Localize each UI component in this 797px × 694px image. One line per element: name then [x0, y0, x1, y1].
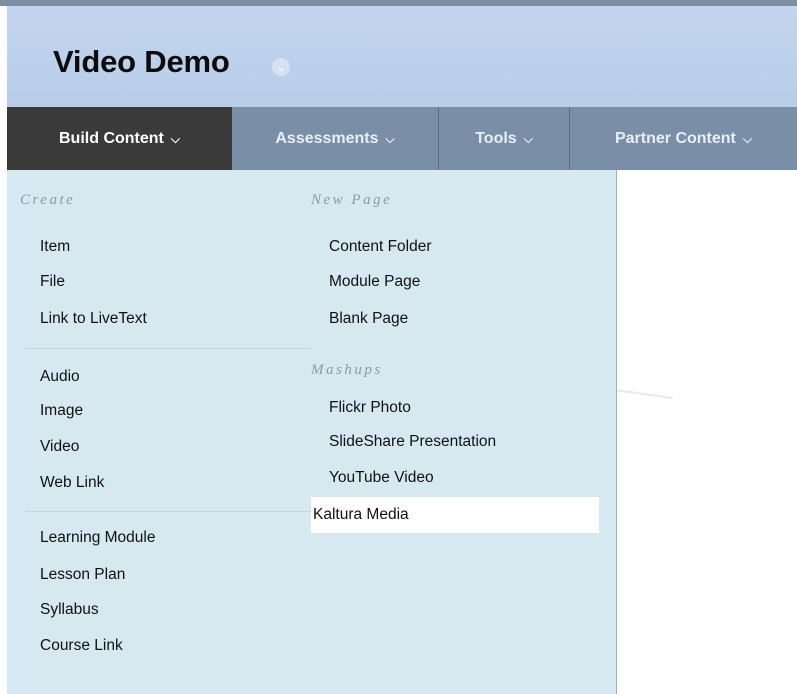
mashups-heading: Mashups — [311, 362, 383, 378]
menu-item-blank-page[interactable]: Blank Page — [329, 310, 408, 328]
tab-label: Tools — [475, 129, 517, 147]
course-nav-bar: Build Content ⌵ Assessments ⌵ Tools ⌵ Pa… — [7, 107, 797, 170]
menu-item-lesson-plan[interactable]: Lesson Plan — [40, 566, 125, 584]
tab-partner-content[interactable]: Partner Content ⌵ — [569, 107, 797, 170]
menu-item-link-to-livetext[interactable]: Link to LiveText — [40, 310, 147, 328]
tab-assessments[interactable]: Assessments ⌵ — [232, 107, 438, 170]
menu-item-module-page[interactable]: Module Page — [329, 273, 420, 291]
divider — [26, 348, 311, 349]
divider — [26, 511, 311, 512]
menu-item-kaltura-media[interactable]: Kaltura Media — [311, 497, 599, 533]
menu-item-youtube-video[interactable]: YouTube Video — [329, 469, 434, 487]
course-header: Video Demo ⌄ — [7, 6, 797, 107]
new-page-heading: New Page — [311, 192, 393, 208]
menu-item-content-folder[interactable]: Content Folder — [329, 238, 432, 256]
chevron-down-icon: ⌵ — [385, 132, 395, 146]
tab-label: Assessments — [275, 129, 379, 147]
chevron-down-icon[interactable]: ⌄ — [272, 58, 290, 76]
chevron-down-icon: ⌵ — [170, 132, 180, 146]
menu-item-slideshare-presentation[interactable]: SlideShare Presentation — [329, 433, 496, 451]
menu-item-web-link[interactable]: Web Link — [40, 474, 104, 492]
menu-item-video[interactable]: Video — [40, 438, 79, 456]
chevron-down-icon: ⌵ — [742, 132, 752, 146]
menu-item-image[interactable]: Image — [40, 402, 83, 420]
tab-label: Build Content — [59, 129, 164, 147]
course-title[interactable]: Video Demo — [53, 44, 230, 80]
chevron-down-icon: ⌵ — [523, 132, 533, 146]
menu-item-item[interactable]: Item — [40, 238, 70, 256]
build-content-menu: Create Item File Link to LiveText Audio … — [7, 170, 617, 694]
menu-item-label: Kaltura Media — [313, 506, 409, 523]
menu-item-audio[interactable]: Audio — [40, 368, 80, 386]
menu-item-learning-module[interactable]: Learning Module — [40, 529, 155, 547]
tab-tools[interactable]: Tools ⌵ — [438, 107, 569, 170]
menu-item-syllabus[interactable]: Syllabus — [40, 601, 99, 619]
create-heading: Create — [20, 192, 76, 208]
background-decoration — [613, 388, 673, 400]
menu-item-file[interactable]: File — [40, 273, 65, 291]
tab-label: Partner Content — [614, 129, 736, 147]
menu-item-course-link[interactable]: Course Link — [40, 637, 123, 655]
menu-item-flickr-photo[interactable]: Flickr Photo — [329, 399, 411, 417]
tab-build-content[interactable]: Build Content ⌵ — [7, 107, 232, 170]
